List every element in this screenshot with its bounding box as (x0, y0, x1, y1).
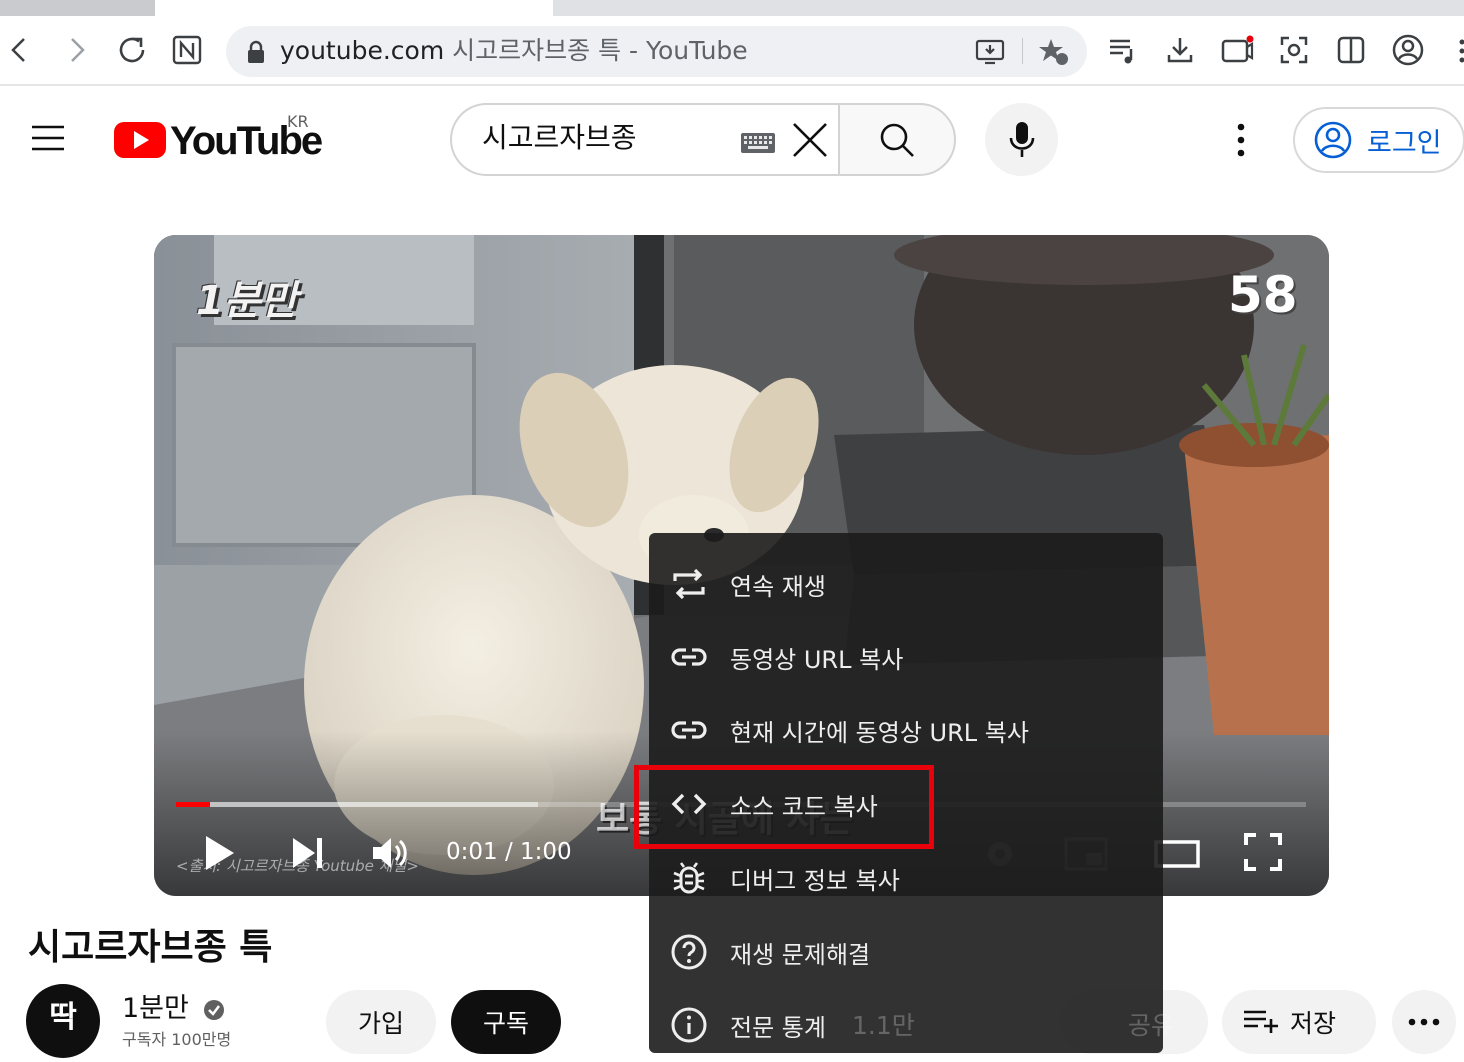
install-app-button[interactable] (970, 34, 1010, 70)
microphone-icon (1007, 120, 1037, 160)
reload-icon (115, 33, 149, 67)
settings-menu-button[interactable] (1228, 120, 1254, 160)
screenshot-button[interactable] (1274, 30, 1314, 70)
close-icon (790, 120, 830, 160)
search-button[interactable] (838, 103, 956, 176)
forward-arrow-icon (61, 35, 91, 65)
voice-search-button[interactable] (985, 103, 1058, 176)
split-view-button[interactable] (1331, 30, 1371, 70)
account-circle-icon (1313, 120, 1353, 160)
join-button[interactable]: 가입 (326, 990, 436, 1054)
naver-n-icon (172, 35, 202, 65)
sign-in-label: 로그인 (1367, 121, 1442, 160)
download-icon (1165, 35, 1195, 65)
back-button[interactable] (0, 30, 40, 70)
skip-next-icon (289, 836, 325, 870)
url-domain: youtube.com (280, 36, 444, 65)
media-playlist-icon (1107, 35, 1139, 65)
browser-menu-button[interactable] (1456, 36, 1464, 66)
clear-search-button[interactable] (790, 120, 830, 160)
screen-share-icon (1220, 35, 1254, 65)
menu-item-copy-url-at-time[interactable]: 현재 시간에 동영상 URL 복사 (649, 693, 1163, 767)
progress-played (176, 802, 210, 807)
verified-badge-icon (203, 999, 225, 1021)
kebab-icon (1456, 36, 1464, 66)
channel-watermark: 1분만 (196, 268, 297, 326)
time-display: 0:01 / 1:00 (446, 836, 572, 868)
active-tab[interactable] (155, 0, 553, 16)
guide-menu-button[interactable] (28, 118, 72, 158)
keyboard-icon (740, 132, 776, 154)
info-icon (669, 1005, 709, 1045)
reload-button[interactable] (112, 30, 152, 70)
install-icon (975, 38, 1005, 66)
menu-item-label: 현재 시간에 동영상 URL 복사 (730, 713, 1029, 748)
volume-icon (371, 835, 411, 871)
search-input[interactable]: 시고르자브종 (482, 118, 637, 158)
youtube-play-logo-icon (114, 120, 166, 160)
menu-item-troubleshoot[interactable]: 재생 문제해결 (649, 915, 1163, 989)
more-horizontal-icon (1407, 1017, 1441, 1027)
link-icon (669, 637, 709, 677)
menu-item-label: 연속 재생 (730, 567, 826, 602)
highlight-box (634, 765, 934, 849)
menu-item-label: 재생 문제해결 (730, 935, 870, 970)
subscriber-count: 구독자 100만명 (122, 1026, 231, 1050)
channel-name-label: 1분만 (122, 993, 189, 1024)
split-view-icon (1336, 35, 1366, 65)
cast-button[interactable] (1217, 30, 1257, 70)
playlist-add-icon (1242, 1004, 1280, 1034)
sign-in-button[interactable]: 로그인 (1293, 107, 1464, 173)
video-title: 시고르자브종 특 (28, 918, 272, 970)
account-icon (1392, 34, 1424, 66)
menu-item-label: 전문 통계 (730, 1008, 826, 1043)
play-button[interactable] (196, 830, 242, 876)
search-icon (877, 120, 917, 160)
url-text[interactable]: youtube.com 시고르자브종 특 - YouTube (280, 34, 748, 68)
menu-item-copy-url[interactable]: 동영상 URL 복사 (649, 620, 1163, 694)
youtube-logo-link[interactable] (114, 120, 166, 160)
naver-home-button[interactable] (167, 30, 207, 70)
channel-avatar[interactable]: 딱 (26, 984, 100, 1058)
menu-item-copy-debug-info[interactable]: 디버그 정보 복사 (649, 841, 1163, 915)
url-page-title: 시고르자브종 특 - YouTube (452, 36, 748, 65)
playlist-button[interactable] (1103, 30, 1143, 70)
more-actions-button[interactable] (1392, 990, 1456, 1054)
link-icon (669, 710, 709, 750)
omnibox-divider (1022, 38, 1023, 64)
menu-item-label: 디버그 정보 복사 (730, 861, 900, 896)
profile-button[interactable] (1388, 30, 1428, 70)
progress-buffered (176, 802, 538, 807)
forward-button[interactable] (56, 30, 96, 70)
save-label: 저장 (1290, 1004, 1336, 1040)
save-button[interactable]: 저장 (1222, 990, 1376, 1054)
play-icon (202, 834, 236, 872)
downloads-button[interactable] (1160, 30, 1200, 70)
inactive-tab[interactable] (0, 0, 155, 16)
country-code: KR (287, 112, 309, 131)
mute-button[interactable] (368, 830, 414, 876)
capture-icon (1279, 35, 1309, 65)
bug-icon (669, 858, 709, 898)
channel-name[interactable]: 1분만 (122, 986, 225, 1025)
channel-avatar-text: 딱 (49, 992, 77, 1036)
fullscreen-button[interactable] (1240, 828, 1286, 876)
menu-item-loop[interactable]: 연속 재생 (649, 547, 1163, 621)
bookmark-button[interactable] (1034, 34, 1074, 70)
fullscreen-icon (1243, 832, 1283, 872)
kebab-icon (1228, 120, 1254, 160)
menu-item-label: 동영상 URL 복사 (730, 640, 903, 675)
subscribe-button[interactable]: 구독 (451, 990, 561, 1054)
loop-icon (669, 564, 709, 604)
back-arrow-icon (5, 35, 35, 65)
next-button[interactable] (284, 830, 330, 876)
virtual-keyboard-button[interactable] (740, 132, 776, 154)
lock-icon[interactable] (246, 40, 266, 64)
help-icon (669, 932, 709, 972)
hamburger-icon (28, 118, 68, 158)
countdown-overlay: 58 (1228, 266, 1298, 324)
menu-item-stats-for-nerds[interactable]: 전문 통계 (649, 988, 1163, 1062)
star-add-icon (1038, 37, 1070, 67)
